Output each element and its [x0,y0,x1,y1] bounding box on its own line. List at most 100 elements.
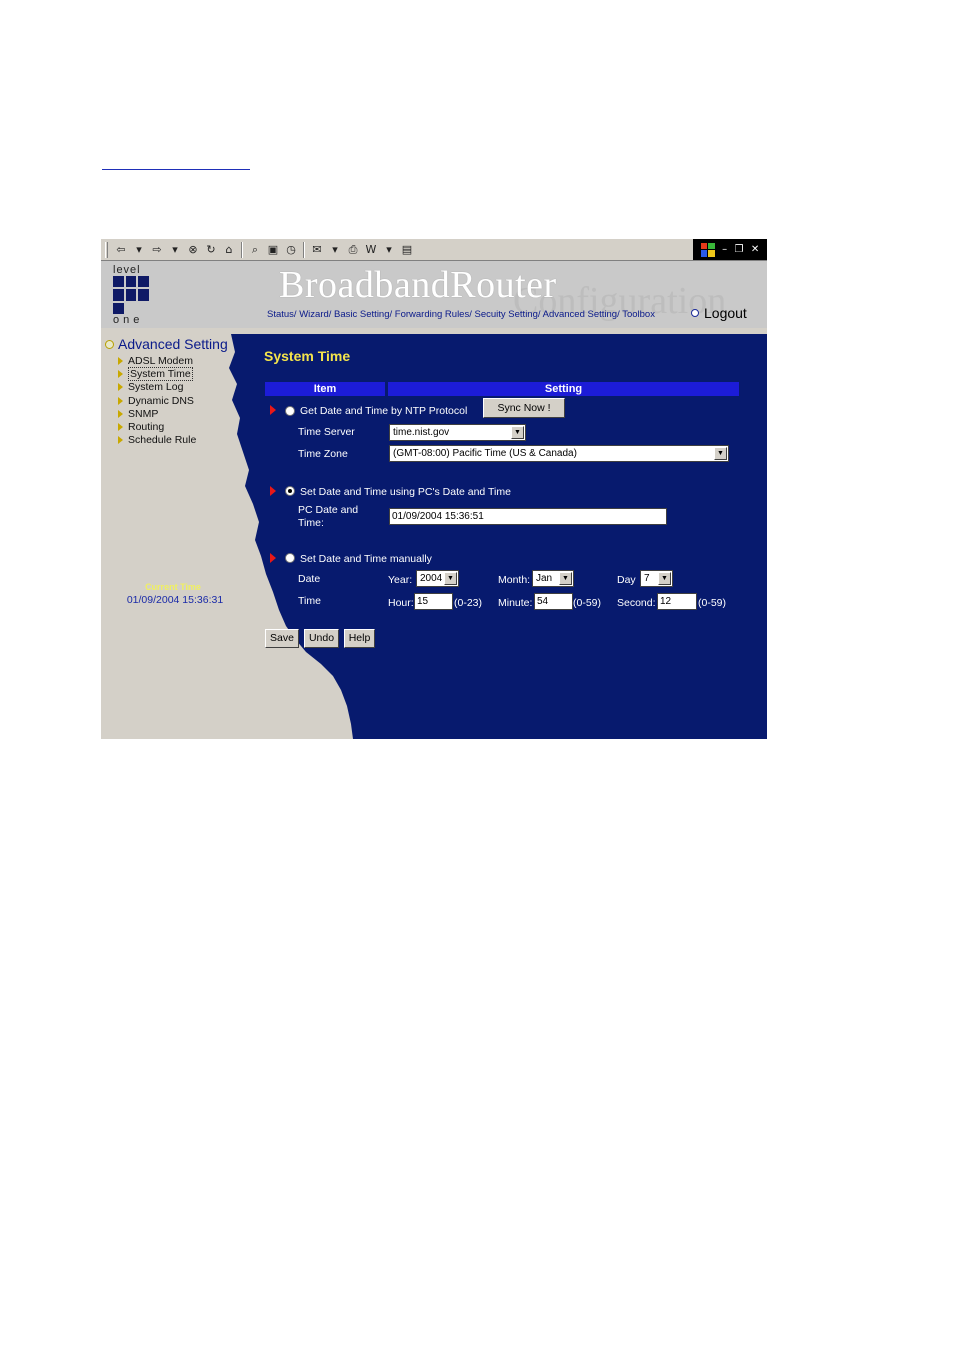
mail-icon[interactable]: ✉ [310,242,324,258]
dropdown-caret-icon[interactable]: ▾ [382,242,396,258]
minute-field[interactable]: 54 [534,593,573,610]
circle-bullet-icon [691,309,699,317]
sidebar-item-system-log[interactable]: System Log [118,381,196,394]
triangle-bullet-icon [118,369,123,378]
router-header: level one Configuration BroadbandRouter … [101,261,767,328]
logout-link[interactable]: Logout [691,305,747,321]
sidebar-item-schedule-rule[interactable]: Schedule Rule [118,434,196,447]
pc-date-label-line2: Time: [298,517,324,529]
sidebar-item-adsl-modem[interactable]: ADSL Modem [118,354,196,367]
time-zone-label: Time Zone [298,448,348,460]
pc-option-label: Set Date and Time using PC's Date and Ti… [300,486,511,498]
year-label: Year: [388,574,413,586]
brand-title: BroadbandRouter [279,264,557,306]
minute-range: (0-59) [573,597,602,609]
row-marker-icon [270,553,276,563]
forward-arrow-icon[interactable]: ⇨ [150,242,164,258]
row-marker-icon [270,405,276,415]
sidebar-menu: ADSL Modem System Time System Log Dynami… [118,354,196,447]
logo-bottom-text: one [113,314,144,326]
logout-label: Logout [704,305,747,321]
time-server-select[interactable]: time.nist.gov ▼ [389,424,526,441]
dropdown-caret-icon[interactable]: ▾ [328,242,342,258]
radio-pc-time[interactable] [285,486,295,496]
year-select[interactable]: 2004 ▼ [416,570,459,587]
minute-label: Minute: [498,597,533,609]
column-header-item: Item [265,382,385,396]
column-header-setting: Setting [388,382,739,396]
chevron-down-icon[interactable]: ▼ [658,572,671,585]
history-icon[interactable]: ◷ [284,242,298,258]
levelone-logo: level one [113,264,153,326]
toolbar-grip [105,241,108,258]
save-button[interactable]: Save [265,629,299,648]
hour-label: Hour: [388,597,414,609]
logo-top-text: level [113,264,141,276]
triangle-bullet-icon [118,436,123,445]
chevron-down-icon[interactable]: ▼ [714,447,727,460]
browser-toolbar: ⇦ ▾ ⇨ ▾ ⊗ ↻ ⌂ ⌕ ▣ ◷ ✉ ▾ ⎙ W ▾ ▤ – ❐ ✕ [101,239,767,261]
back-arrow-icon[interactable]: ⇦ [114,242,128,258]
help-button[interactable]: Help [344,629,375,648]
sidebar-title[interactable]: Advanced Setting [105,336,228,352]
restore-icon[interactable]: ❐ [735,244,744,255]
day-label: Day [617,574,636,586]
day-value: 7 [644,573,650,584]
window-controls: – ❐ ✕ [693,239,767,260]
current-time-value: 01/09/2004 15:36:31 [126,594,224,606]
home-icon[interactable]: ⌂ [222,242,236,258]
top-nav-links[interactable]: Status/ Wizard/ Basic Setting/ Forwardin… [267,309,655,320]
logo-mark-icon [113,276,149,314]
second-field[interactable]: 12 [657,593,697,610]
sidebar: Advanced Setting ADSL Modem System Time … [101,334,251,739]
dropdown-caret-icon[interactable]: ▾ [168,242,182,258]
time-label: Time [298,595,321,607]
second-label: Second: [617,597,656,609]
triangle-bullet-icon [118,423,123,432]
browser-screenshot: ⇦ ▾ ⇨ ▾ ⊗ ↻ ⌂ ⌕ ▣ ◷ ✉ ▾ ⎙ W ▾ ▤ – ❐ ✕ le… [101,239,767,739]
print-icon[interactable]: ⎙ [346,242,360,258]
circle-bullet-icon [105,339,114,349]
search-icon[interactable]: ⌕ [248,242,262,258]
sidebar-title-label: Advanced Setting [118,336,228,352]
favorites-icon[interactable]: ▣ [266,242,280,258]
sidebar-item-snmp[interactable]: SNMP [118,407,196,420]
sync-now-button[interactable]: Sync Now ! [483,398,565,418]
undo-button[interactable]: Undo [304,629,339,648]
windows-logo-icon [700,242,715,257]
triangle-bullet-icon [118,396,123,405]
time-server-label: Time Server [298,426,355,438]
month-select[interactable]: Jan ▼ [532,570,574,587]
sidebar-item-dynamic-dns[interactable]: Dynamic DNS [118,394,196,407]
refresh-icon[interactable]: ↻ [204,242,218,258]
document-link-underline[interactable] [102,169,250,170]
discuss-icon[interactable]: ▤ [400,242,414,258]
hour-field[interactable]: 15 [414,593,453,610]
close-icon[interactable]: ✕ [751,244,759,255]
stop-icon[interactable]: ⊗ [186,242,200,258]
chevron-down-icon[interactable]: ▼ [559,572,572,585]
row-marker-icon [270,486,276,496]
month-value: Jan [536,573,553,584]
minimize-icon[interactable]: – [722,244,727,255]
page-title: System Time [264,348,351,364]
date-label: Date [298,573,321,585]
time-zone-select[interactable]: (GMT-08:00) Pacific Time (US & Canada) ▼ [389,445,729,462]
edit-word-icon[interactable]: W [364,242,378,258]
manual-option-label: Set Date and Time manually [300,553,432,565]
sidebar-item-routing[interactable]: Routing [118,420,196,433]
second-range: (0-59) [698,597,727,609]
sidebar-item-system-time[interactable]: System Time [118,366,196,381]
radio-ntp[interactable] [285,406,295,416]
time-server-value: time.nist.gov [393,427,450,438]
triangle-bullet-icon [118,383,123,392]
dropdown-caret-icon[interactable]: ▾ [132,242,146,258]
year-value: 2004 [420,573,443,584]
pc-date-field[interactable]: 01/09/2004 15:36:51 [389,508,667,525]
time-zone-value: (GMT-08:00) Pacific Time (US & Canada) [393,448,577,459]
triangle-bullet-icon [118,409,123,418]
day-select[interactable]: 7 ▼ [640,570,673,587]
radio-manual[interactable] [285,553,295,563]
chevron-down-icon[interactable]: ▼ [511,426,524,439]
chevron-down-icon[interactable]: ▼ [444,572,457,585]
